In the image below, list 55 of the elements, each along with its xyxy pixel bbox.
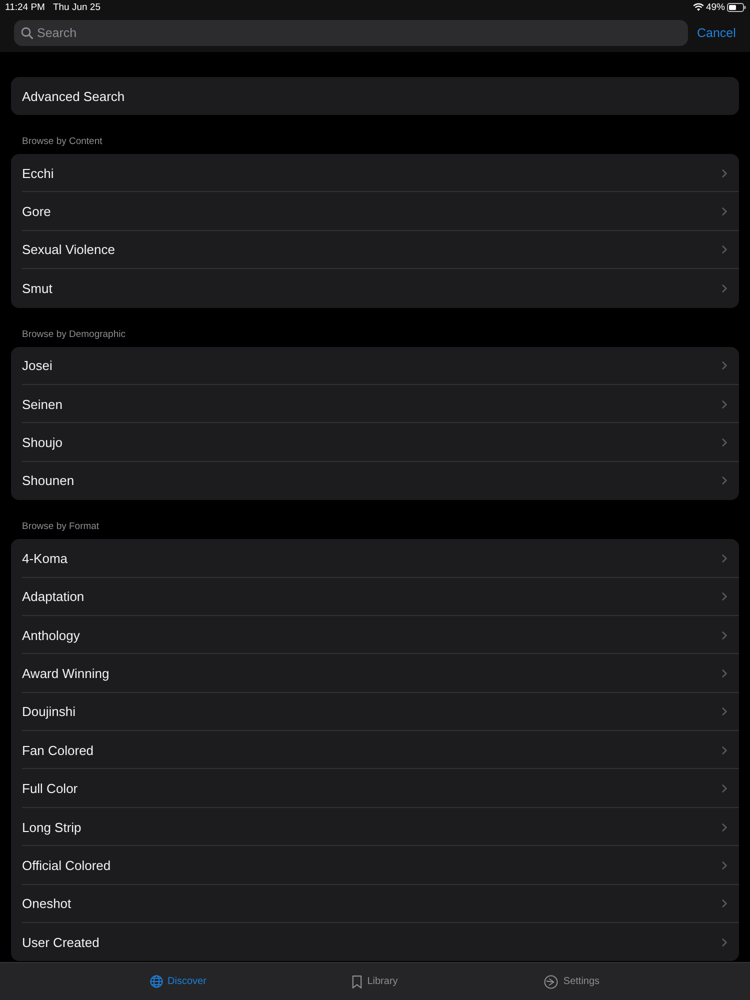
search-field[interactable]: Search: [14, 20, 688, 46]
chevron-right-icon: [722, 245, 727, 254]
chevron-right-icon: [722, 438, 727, 448]
chevron-right-icon: [722, 860, 727, 870]
list-row[interactable]: Adaptation: [11, 578, 739, 616]
tab[interactable]: Settings: [544, 974, 600, 988]
battery-icon: [727, 2, 746, 12]
chevron-right-icon: [722, 938, 727, 947]
list-row[interactable]: Oneshot: [11, 884, 739, 924]
list-row[interactable]: Official Colored: [11, 846, 739, 885]
list-row[interactable]: Seinen: [11, 384, 739, 424]
list-row[interactable]: Long Strip: [11, 808, 739, 846]
chevron-right-icon: [722, 284, 727, 293]
status-time: 11:24 PM: [5, 2, 45, 12]
list-row[interactable]: Josei: [11, 346, 739, 385]
chevron-right-icon: [722, 784, 727, 794]
chevron-right-icon: [722, 400, 727, 409]
list-row[interactable]: Shounen: [11, 462, 739, 500]
status-date: Thu Jun 25: [52, 2, 101, 12]
chevron-right-icon: [722, 746, 727, 755]
list-row[interactable]: Award Winning: [11, 654, 739, 693]
section-header: Browse by Content: [22, 136, 102, 147]
list-row[interactable]: 4-Koma: [11, 539, 739, 578]
wifi-icon: [692, 3, 704, 11]
chevron-right-icon: [722, 707, 727, 716]
chevron-right-icon: [722, 822, 727, 832]
list-row[interactable]: Gore: [11, 192, 739, 231]
list-row[interactable]: Fan Colored: [11, 731, 739, 770]
list-row[interactable]: Anthology: [11, 616, 739, 654]
bookmark-icon: [352, 974, 362, 988]
chevron-right-icon: [722, 899, 727, 908]
tab[interactable]: Discover: [150, 975, 206, 988]
chevron-right-icon: [722, 207, 727, 216]
chevron-right-icon: [722, 630, 727, 640]
list-row[interactable]: Ecchi: [11, 154, 739, 192]
section-header: Browse by Format: [22, 521, 100, 532]
list-row[interactable]: Smut: [11, 269, 739, 308]
chevron-right-icon: [722, 168, 727, 178]
list-row[interactable]: User Created: [11, 923, 739, 962]
list-row[interactable]: Shoujo: [11, 423, 739, 462]
chevron-right-icon: [722, 592, 727, 602]
section-header: Browse by Demographic: [22, 328, 126, 340]
tab[interactable]: Library: [352, 974, 398, 988]
battery-percent: 49%: [706, 2, 725, 12]
chevron-right-icon: [722, 554, 727, 563]
list-row[interactable]: Doujinshi: [11, 692, 739, 732]
list-row[interactable]: Advanced Search: [11, 77, 739, 115]
search-icon: [21, 27, 33, 39]
list-row[interactable]: Sexual Violence: [11, 230, 739, 270]
cancel-button[interactable]: Cancel: [697, 26, 736, 40]
chevron-right-icon: [722, 476, 727, 486]
list-row[interactable]: Full Color: [11, 769, 739, 808]
chevron-right-icon: [722, 668, 727, 678]
chevron-right-icon: [722, 361, 727, 370]
globe-icon: [150, 975, 163, 988]
